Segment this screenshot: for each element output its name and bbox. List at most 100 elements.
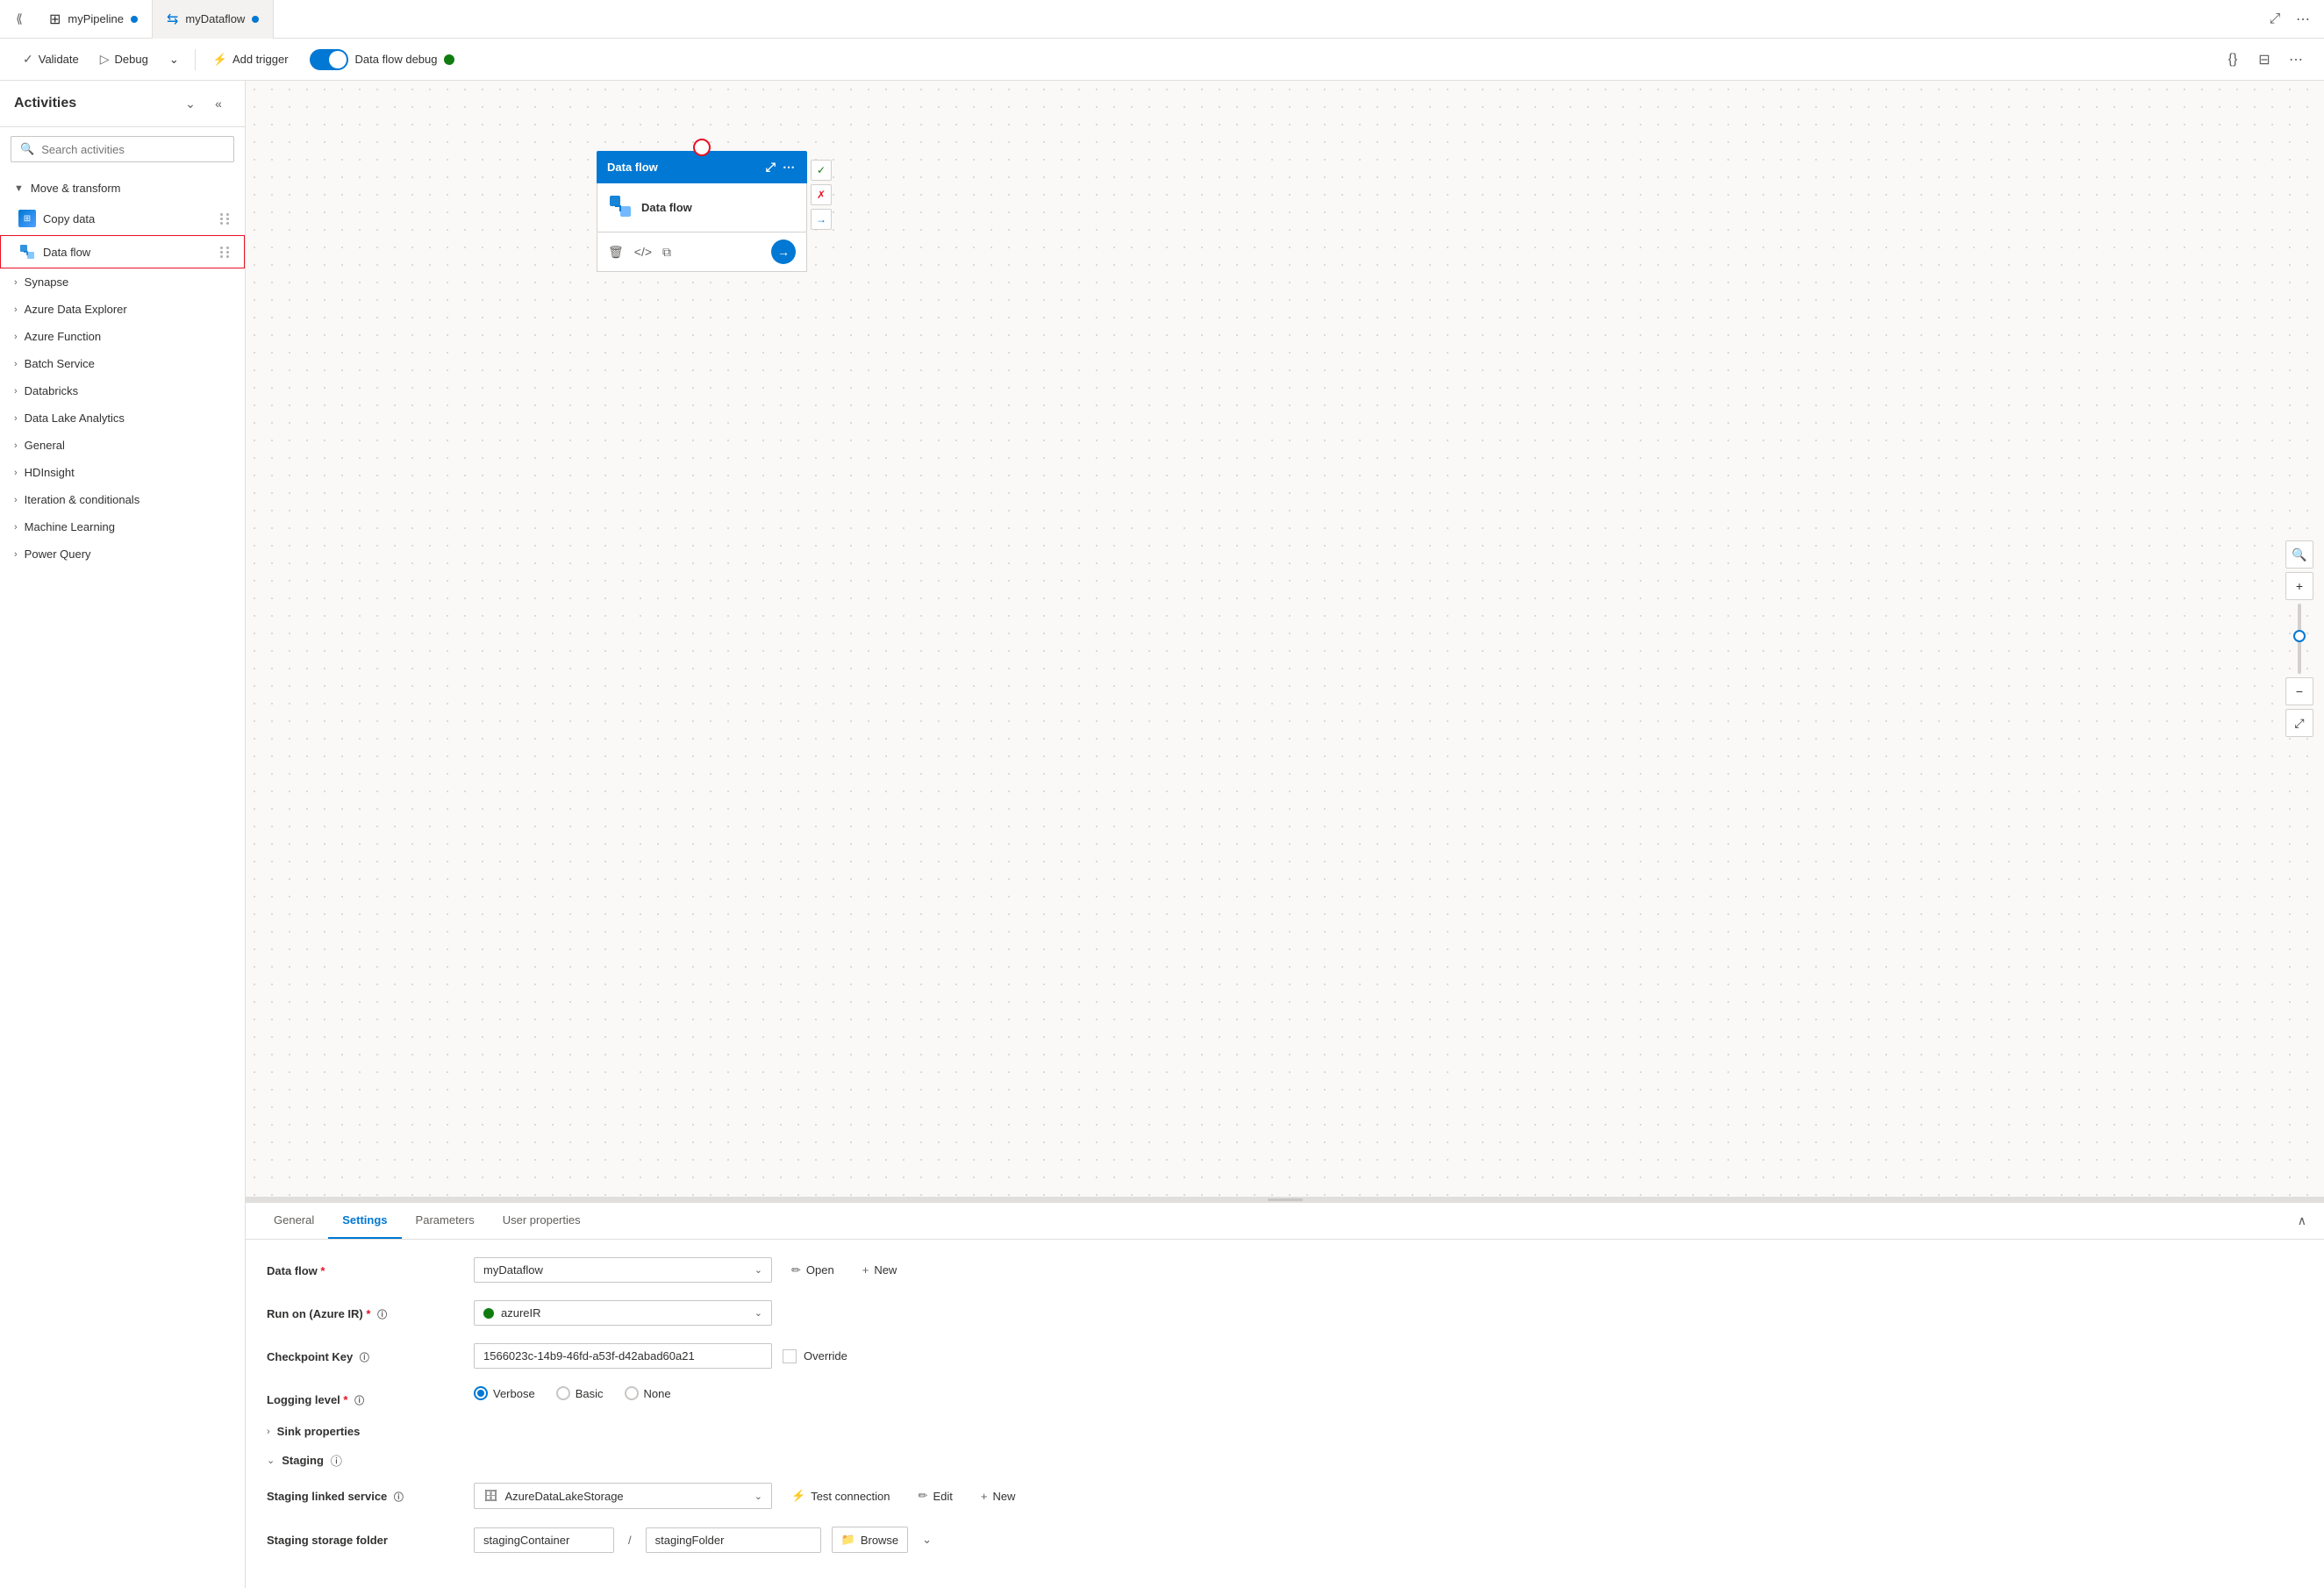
table-view-icon[interactable]: ⊟ — [2250, 46, 2278, 74]
run-on-info-icon[interactable]: ⓘ — [377, 1310, 387, 1320]
new-linked-service-button[interactable]: + New — [972, 1484, 1025, 1508]
category-machine-learning[interactable]: › Machine Learning — [0, 513, 245, 540]
sink-properties-header[interactable]: › Sink properties — [267, 1425, 2303, 1438]
staging-folder-input[interactable] — [646, 1527, 821, 1553]
data-flow-debug-toggle[interactable] — [310, 49, 348, 70]
zoom-in-btn[interactable]: + — [2285, 572, 2313, 600]
toolbar-more-icon[interactable]: ⋯ — [2282, 46, 2310, 74]
open-dataflow-button[interactable]: ✏ Open — [783, 1258, 843, 1283]
checkpoint-info-icon[interactable]: ⓘ — [360, 1353, 369, 1363]
validate-button[interactable]: ✓ Validate — [14, 46, 88, 72]
node-success-btn[interactable]: ✓ — [811, 160, 832, 181]
zoom-slider-container — [2298, 604, 2301, 674]
category-azure-data-explorer[interactable]: › Azure Data Explorer — [0, 296, 245, 323]
radio-none[interactable]: None — [625, 1386, 671, 1400]
canvas-workspace[interactable]: Data flow ⤢ ⋯ Data flow — [246, 81, 2324, 1197]
tab-dataflow[interactable]: ⇆ myDataflow — [153, 0, 274, 39]
category-iteration-conditionals[interactable]: › Iteration & conditionals — [0, 486, 245, 513]
category-hdinsight[interactable]: › HDInsight — [0, 459, 245, 486]
node-external-link-icon[interactable]: ⤢ — [764, 158, 777, 176]
debug-button[interactable]: ▷ Debug — [91, 46, 157, 72]
canvas-search-btn[interactable]: 🔍 — [2285, 540, 2313, 569]
staging-ls-info-icon[interactable]: ⓘ — [394, 1492, 404, 1503]
category-data-lake-analytics[interactable]: › Data Lake Analytics — [0, 404, 245, 432]
category-batch-service[interactable]: › Batch Service — [0, 350, 245, 377]
run-on-label: Run on (Azure IR) * ⓘ — [267, 1300, 460, 1321]
logging-control: Verbose Basic None — [474, 1386, 2303, 1400]
node-title: Data flow — [607, 161, 658, 174]
storage-icon: 🗄 — [483, 1489, 498, 1503]
zoom-out-btn[interactable]: − — [2285, 677, 2313, 705]
category-data-lake-analytics-label: Data Lake Analytics — [25, 411, 125, 425]
radio-verbose[interactable]: Verbose — [474, 1386, 535, 1400]
category-general[interactable]: › General — [0, 432, 245, 459]
checkpoint-key-input[interactable] — [474, 1343, 772, 1369]
node-code-icon[interactable]: </> — [634, 245, 652, 260]
chevron-down-icon: ⌄ — [169, 53, 179, 67]
zoom-track[interactable] — [2298, 604, 2301, 674]
edit-linked-service-button[interactable]: ✏ Edit — [910, 1484, 962, 1508]
folder-expand-btn[interactable]: ⌄ — [919, 1527, 935, 1552]
category-move-transform[interactable]: ▼ Move & transform — [0, 175, 245, 202]
zoom-thumb[interactable] — [2293, 630, 2306, 642]
collapse-icon[interactable]: ⌄ — [178, 91, 203, 116]
chevron-right-icon: › — [267, 1427, 270, 1437]
node-fail-btn[interactable]: ✗ — [811, 184, 832, 205]
panel-tabs: General Settings Parameters User propert… — [260, 1203, 595, 1239]
activity-data-flow[interactable]: Data flow — [0, 235, 245, 268]
node-complete-btn[interactable]: → — [811, 209, 832, 230]
run-on-select[interactable]: azureIR ⌄ — [474, 1300, 772, 1326]
edit-icon[interactable]: ⤢ — [2261, 5, 2289, 33]
sidebar-close-icon[interactable]: « — [206, 91, 231, 116]
add-trigger-button[interactable]: ⚡ Add trigger — [203, 47, 299, 72]
chevron-right-icon: › — [14, 468, 18, 478]
tab-settings[interactable]: Settings — [328, 1203, 401, 1239]
panel-collapse-btn[interactable]: ∧ — [2294, 1210, 2310, 1232]
staging-container-input[interactable] — [474, 1527, 614, 1553]
browse-button[interactable]: 📁 Browse — [832, 1527, 909, 1553]
test-connection-icon: ⚡ — [791, 1489, 805, 1503]
override-checkbox[interactable] — [783, 1349, 797, 1363]
category-synapse[interactable]: › Synapse — [0, 268, 245, 296]
radio-circle-none — [625, 1386, 639, 1400]
category-databricks[interactable]: › Databricks — [0, 377, 245, 404]
category-power-query[interactable]: › Power Query — [0, 540, 245, 568]
activity-node-data-flow[interactable]: Data flow ⤢ ⋯ Data flow — [597, 151, 807, 272]
node-copy-icon[interactable]: ⧉ — [662, 245, 671, 260]
category-azure-function[interactable]: › Azure Function — [0, 323, 245, 350]
node-next-arrow[interactable]: → — [771, 240, 796, 264]
debug-dropdown-btn[interactable]: ⌄ — [161, 47, 188, 72]
tab-general[interactable]: General — [260, 1203, 328, 1239]
staging-linked-service-select[interactable]: 🗄 AzureDataLakeStorage ⌄ — [474, 1483, 772, 1509]
tab-pipeline[interactable]: ⊞ myPipeline — [35, 0, 153, 39]
fit-view-btn[interactable]: ⤢ — [2285, 709, 2313, 737]
pipeline-unsaved-dot — [131, 16, 138, 23]
open-label: Open — [806, 1263, 834, 1277]
required-asterisk: * — [320, 1264, 325, 1277]
new-dataflow-button[interactable]: + New — [854, 1258, 906, 1282]
chevron-right-icon: › — [14, 495, 18, 505]
radio-basic[interactable]: Basic — [556, 1386, 604, 1400]
data-flow-select[interactable]: myDataflow ⌄ — [474, 1257, 772, 1283]
sidebar-expand-btn[interactable]: ⟪ — [7, 7, 32, 32]
category-databricks-label: Databricks — [25, 384, 78, 397]
tab-user-properties[interactable]: User properties — [489, 1203, 595, 1239]
required-asterisk-3: * — [343, 1393, 347, 1406]
tab-parameters[interactable]: Parameters — [402, 1203, 489, 1239]
code-view-icon[interactable]: {} — [2219, 46, 2247, 74]
logging-info-icon[interactable]: ⓘ — [354, 1396, 364, 1406]
node-more-icon[interactable]: ⋯ — [781, 158, 797, 176]
staging-folder-label: Staging storage folder — [267, 1527, 460, 1547]
activity-copy-data[interactable]: ⊞ Copy data — [0, 202, 245, 235]
search-input[interactable] — [41, 143, 225, 156]
node-delete-icon[interactable]: 🗑 — [608, 245, 624, 260]
debug-toggle-area: Data flow debug — [310, 49, 455, 70]
bottom-panel-header: General Settings Parameters User propert… — [246, 1203, 2324, 1240]
tab-bar: ⟪ ⊞ myPipeline ⇆ myDataflow ⤢ ⋯ — [0, 0, 2324, 39]
staging-header[interactable]: ⌄ Staging ⓘ — [267, 1452, 2303, 1469]
staging-info-icon[interactable]: ⓘ — [331, 1452, 342, 1469]
staging-linked-service-row: Staging linked service ⓘ 🗄 AzureDataLake… — [267, 1483, 2303, 1509]
test-connection-button[interactable]: ⚡ Test connection — [783, 1484, 899, 1508]
radio-none-label: None — [644, 1387, 671, 1400]
more-options-icon[interactable]: ⋯ — [2289, 5, 2317, 33]
